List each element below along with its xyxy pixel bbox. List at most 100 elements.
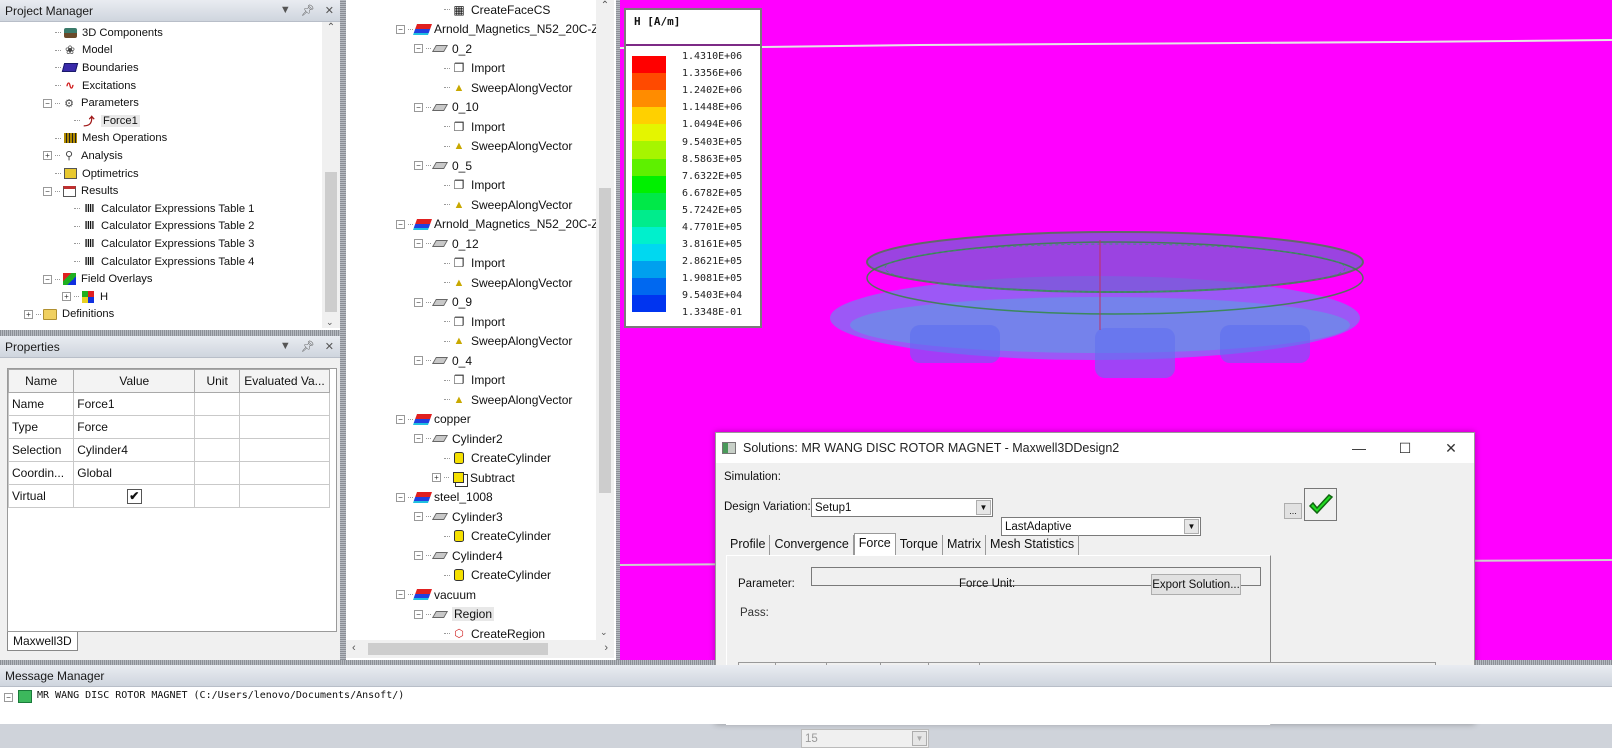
tree-node[interactable]: ‖‖ Calculator Expressions Table 3 [0,235,322,253]
tree-node[interactable]: − ⚙ Parameters [0,94,322,112]
tree-node[interactable]: ❐ Import [346,176,596,196]
tree-node[interactable]: − 0_12 [346,234,596,254]
scroll-right-icon[interactable]: › [604,642,608,654]
collapse-icon[interactable]: − [414,512,423,522]
close-icon[interactable]: ✕ [325,340,334,353]
property-value[interactable]: Force [73,415,196,439]
collapse-icon[interactable]: − [396,590,405,600]
tab-force[interactable]: Force [853,533,896,555]
scroll-thumb[interactable] [325,172,337,312]
tree-node[interactable]: − Cylinder2 [346,429,596,449]
tree-node[interactable]: ❐ Import [346,371,596,391]
collapse-icon[interactable]: − [414,609,423,619]
collapse-icon[interactable]: − [396,414,405,424]
tab-maxwell3d[interactable]: Maxwell3D [7,632,78,651]
scroll-thumb[interactable] [599,188,611,493]
expand-icon[interactable]: + [24,309,33,319]
dropdown-icon[interactable]: ▼ [280,340,291,353]
tree-node[interactable]: − Cylinder4 [346,546,596,566]
tree-node[interactable]: − 0_10 [346,98,596,118]
collapse-icon[interactable]: − [414,356,423,366]
project-message[interactable]: MR WANG DISC ROTOR MAGNET (C:/Users/leno… [37,690,404,701]
chevron-down-icon[interactable]: ▼ [1184,519,1199,534]
collapse-icon[interactable]: − [43,274,52,284]
close-icon[interactable]: ✕ [325,4,334,17]
col-evaluated[interactable]: Evaluated Va... [238,369,331,393]
property-row[interactable]: Coordin... Global [7,461,331,485]
project-tree-scrollbar[interactable]: ⌃ ⌄ [322,22,340,328]
col-unit[interactable]: Unit [194,369,240,393]
collapse-icon[interactable]: − [396,24,405,34]
tree-node[interactable]: ▲ SweepAlongVector [346,195,596,215]
scroll-down-icon[interactable]: ⌄ [326,317,334,328]
tree-node[interactable]: Boundaries [0,59,322,77]
hscroll-thumb[interactable] [368,643,548,655]
solution-select[interactable]: LastAdaptive ▼ [1001,517,1201,536]
tree-node[interactable]: ❐ Import [346,254,596,274]
expand-icon[interactable]: + [43,151,52,161]
property-value[interactable]: ✔ [73,484,196,508]
tree-node[interactable]: ‖‖ Calculator Expressions Table 1 [0,200,322,218]
collapse-icon[interactable]: − [414,434,423,444]
scroll-down-icon[interactable]: ⌄ [600,627,608,638]
minimize-button[interactable]: — [1336,440,1382,456]
property-row[interactable]: Virtual ✔ [7,484,331,508]
tree-node[interactable]: ⤴ Force1 [0,112,322,130]
tree-node[interactable]: Optimetrics [0,165,322,183]
tree-node[interactable]: ▲ SweepAlongVector [346,273,596,293]
tree-node[interactable]: CreateCylinder [346,449,596,469]
col-name[interactable]: Name [7,369,75,393]
virtual-checkbox[interactable]: ✔ [126,488,142,504]
close-button[interactable]: ✕ [1428,440,1474,457]
model-tree-hscrollbar[interactable]: ‹ › [346,640,614,658]
collapse-icon[interactable]: − [43,98,52,108]
collapse-icon[interactable]: − [414,551,423,561]
property-value[interactable]: Force1 [73,392,196,416]
pass-select[interactable]: 15 ▼ [801,729,929,748]
dialog-titlebar[interactable]: Solutions: MR WANG DISC ROTOR MAGNET - M… [716,433,1474,463]
tab-torque[interactable]: Torque [896,535,943,555]
pin-icon[interactable]: 📌︎ [301,4,315,17]
tree-node[interactable]: ❀ Model [0,42,322,60]
collapse-icon[interactable]: − [414,239,423,249]
simulation-select[interactable]: Setup1 ▼ [811,498,993,517]
property-row[interactable]: Type Force [7,415,331,439]
tree-node[interactable]: ▦ CreateFaceCS [346,0,596,20]
chevron-down-icon[interactable]: ▼ [976,500,991,515]
tree-node[interactable]: ▲ SweepAlongVector [346,78,596,98]
tree-node[interactable]: − 0_9 [346,293,596,313]
collapse-icon[interactable]: − [4,693,13,702]
collapse-icon[interactable]: − [396,492,405,502]
tree-node[interactable]: − Arnold_Magnetics_N52_20C-ZN [346,20,596,40]
pin-icon[interactable]: 📌︎ [301,340,315,353]
scroll-up-icon[interactable]: ⌃ [596,0,614,11]
tab-profile[interactable]: Profile [726,535,771,555]
tree-node[interactable]: + Definitions [0,306,322,324]
tree-node[interactable]: ⬡ CreateRegion [346,624,596,640]
tree-node[interactable]: + H [0,288,322,306]
tree-node[interactable]: − Field Overlays [0,270,322,288]
tree-node[interactable]: CreateCylinder [346,527,596,547]
tree-node[interactable]: − vacuum [346,585,596,605]
tree-node[interactable]: ‖‖ Calculator Expressions Table 4 [0,253,322,271]
tab-convergence[interactable]: Convergence [770,535,854,555]
model-tree-vscrollbar[interactable]: ⌃ ⌄ [596,0,614,640]
maximize-button[interactable]: ☐ [1382,440,1428,457]
property-row[interactable]: Name Force1 [7,392,331,416]
collapse-icon[interactable]: − [414,161,423,171]
tree-node[interactable]: ❐ Import [346,59,596,79]
tree-node[interactable]: − 0_4 [346,351,596,371]
collapse-icon[interactable]: − [414,44,423,54]
tree-node[interactable]: − Arnold_Magnetics_N52_20C-ZS [346,215,596,235]
property-row[interactable]: Selection Cylinder4 [7,438,331,462]
tree-node[interactable]: ❐ Import [346,117,596,137]
property-value[interactable]: Cylinder4 [73,438,196,462]
tree-node[interactable]: 3D Components [0,24,322,42]
tree-node[interactable]: − steel_1008 [346,488,596,508]
tree-node[interactable]: ∿ Excitations [0,77,322,95]
collapse-icon[interactable]: − [414,297,423,307]
dropdown-icon[interactable]: ▼ [280,4,291,17]
export-solution-button[interactable]: Export Solution... [1151,574,1241,595]
tree-node[interactable]: − 0_5 [346,156,596,176]
scroll-left-icon[interactable]: ‹ [352,642,356,654]
